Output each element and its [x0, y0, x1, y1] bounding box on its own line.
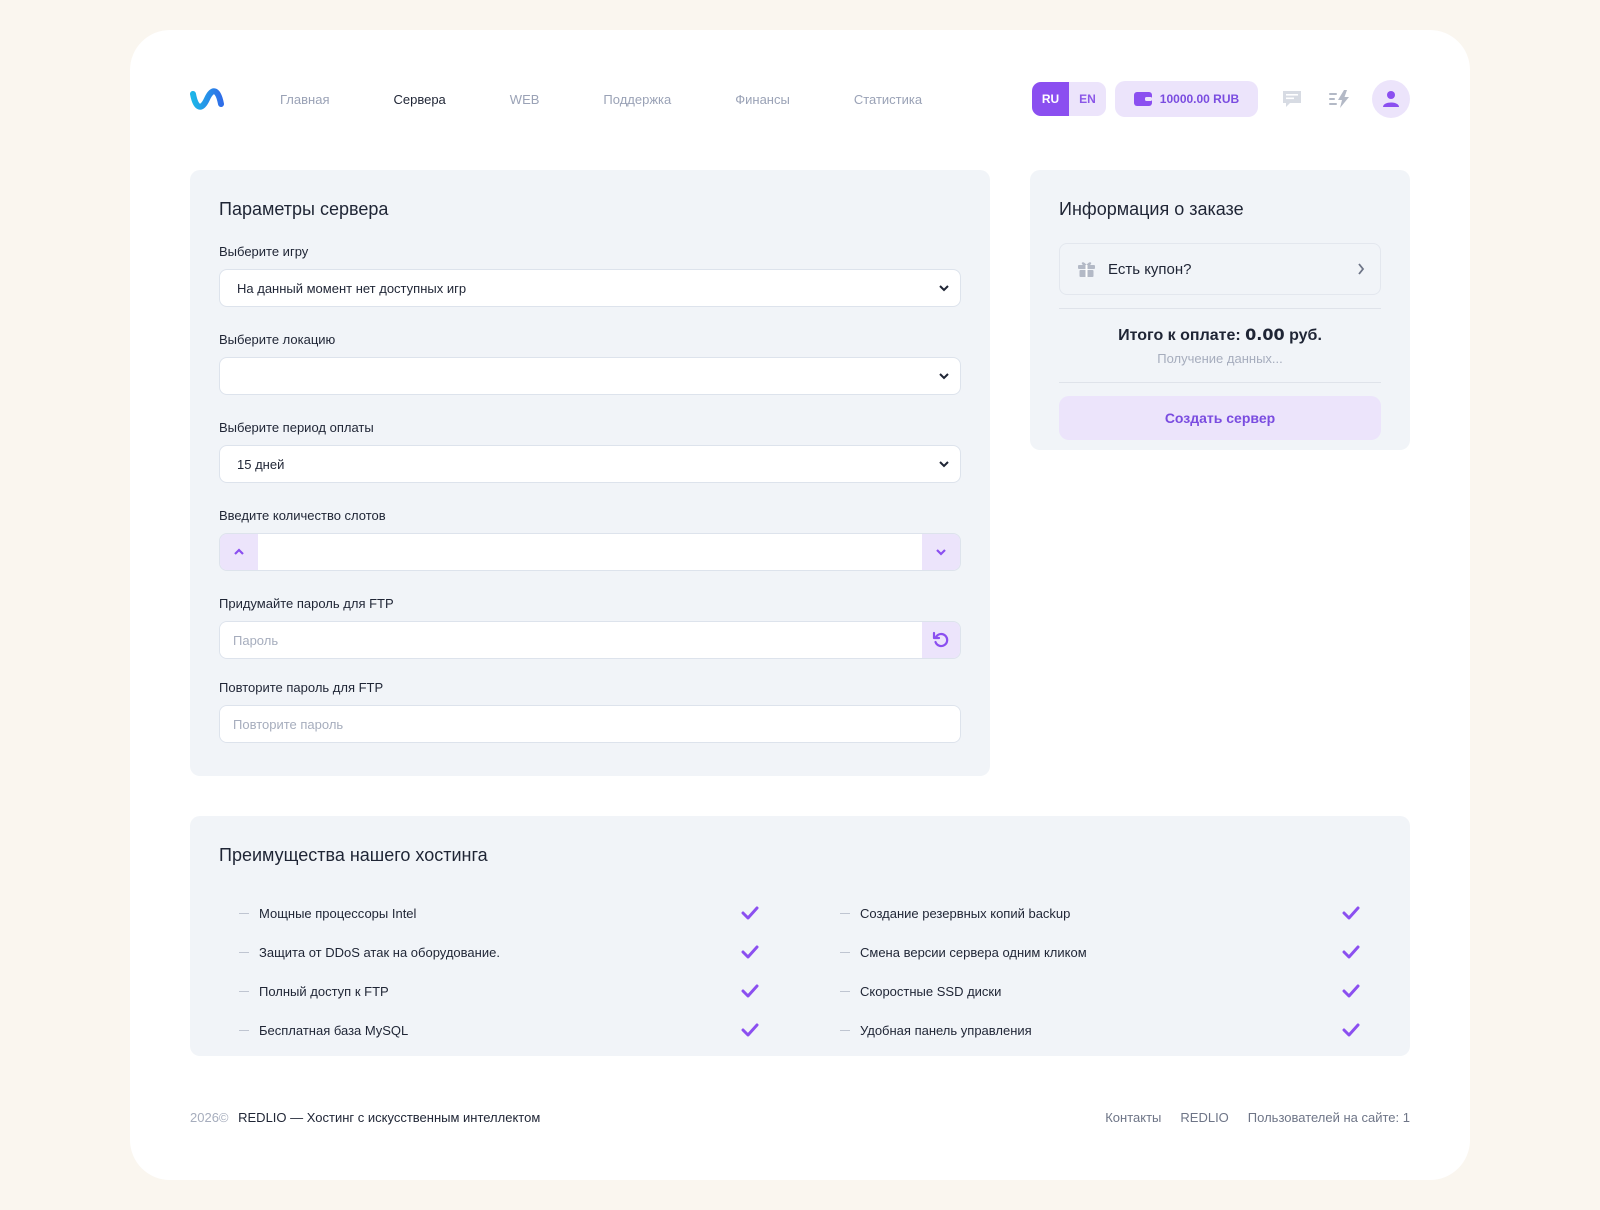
- app-shell: Главная Сервера WEB Поддержка Финансы Ст…: [130, 30, 1470, 1180]
- check-icon: [1342, 945, 1360, 959]
- advantages-title: Преимущества нашего хостинга: [219, 845, 488, 865]
- refresh-icon: [932, 631, 949, 648]
- footer-brand: REDLIO — Хостинг с искусственным интелле…: [238, 1110, 541, 1125]
- messages-button[interactable]: [1278, 85, 1306, 113]
- coupon-label: Есть купон?: [1108, 260, 1192, 278]
- check-icon: [1342, 906, 1360, 920]
- nav-finance[interactable]: Финансы: [735, 92, 790, 107]
- footer-copyright: 2026© REDLIO — Хостинг с искусственным и…: [190, 1110, 540, 1125]
- order-divider-top: [1059, 308, 1381, 309]
- lang-en-button[interactable]: EN: [1069, 82, 1106, 116]
- activity-button[interactable]: [1326, 85, 1354, 113]
- chat-icon: [1283, 91, 1301, 107]
- advantages-right-column: Создание резервных копий backup Смена ве…: [840, 894, 1360, 1050]
- advantage-item: Защита от DDoS атак на оборудование.: [239, 933, 759, 972]
- advantage-item: Мощные процессоры Intel: [239, 894, 759, 933]
- main-nav: Главная Сервера WEB Поддержка Финансы Ст…: [280, 80, 986, 118]
- ftp-password-input[interactable]: [220, 622, 922, 658]
- coupon-toggle[interactable]: Есть купон?: [1059, 243, 1381, 295]
- slots-decrement-button[interactable]: [922, 534, 960, 570]
- server-params-title: Параметры сервера: [219, 199, 389, 219]
- slots-increment-button[interactable]: [220, 534, 258, 570]
- nav-statistics[interactable]: Статистика: [854, 92, 922, 107]
- order-divider-bottom: [1059, 382, 1381, 383]
- check-icon: [741, 984, 759, 998]
- game-label: Выберите игру: [219, 244, 309, 259]
- total-label: Итого к оплате:: [1118, 327, 1241, 344]
- slots-stepper: [219, 533, 961, 571]
- advantage-item: Удобная панель управления: [840, 1011, 1360, 1050]
- period-select-value: 15 дней: [237, 456, 285, 472]
- footer-link-contacts[interactable]: Контакты: [1105, 1110, 1161, 1125]
- slots-label: Введите количество слотов: [219, 508, 386, 523]
- game-select-value: На данный момент нет доступных игр: [237, 280, 467, 296]
- advantage-item: Скоростные SSD диски: [840, 972, 1360, 1011]
- language-switch: RU EN: [1032, 82, 1106, 116]
- balance-button[interactable]: 10000.00 RUB: [1115, 81, 1258, 117]
- advantages-card: Преимущества нашего хостинга Мощные проц…: [190, 816, 1410, 1056]
- chevron-down-icon: [939, 373, 949, 380]
- create-server-button[interactable]: Создать сервер: [1059, 396, 1381, 440]
- chevron-right-icon: [1358, 263, 1365, 275]
- period-label: Выберите период оплаты: [219, 420, 374, 435]
- check-icon: [741, 906, 759, 920]
- header-tools: RU EN 10000.00 RUB: [1032, 80, 1410, 118]
- ftp-password-label: Придумайте пароль для FTP: [219, 596, 394, 611]
- order-info-card: Информация о заказе Есть купон? Итого к …: [1030, 170, 1410, 450]
- check-icon: [1342, 1023, 1360, 1037]
- advantage-item: Создание резервных копий backup: [840, 894, 1360, 933]
- advantage-item: Бесплатная база MySQL: [239, 1011, 759, 1050]
- nav-web[interactable]: WEB: [510, 92, 540, 107]
- loading-status: Получение данных...: [1157, 351, 1283, 366]
- footer-year: 2026©: [190, 1110, 229, 1125]
- user-avatar-button[interactable]: [1372, 80, 1410, 118]
- total-to-pay: Итого к оплате: 0.00 руб.: [1059, 325, 1381, 345]
- location-label: Выберите локацию: [219, 332, 336, 347]
- location-select[interactable]: [219, 357, 961, 395]
- ftp-repeat-group: [219, 705, 961, 743]
- chevron-down-icon: [939, 461, 949, 468]
- balance-amount: 10000.00 RUB: [1159, 92, 1240, 106]
- footer-link-redlio[interactable]: REDLIO: [1180, 1110, 1228, 1125]
- advantage-item: Полный доступ к FTP: [239, 972, 759, 1011]
- chevron-down-icon: [936, 549, 946, 556]
- nav-home[interactable]: Главная: [280, 92, 329, 107]
- chevron-down-icon: [939, 285, 949, 292]
- period-select[interactable]: 15 дней: [219, 445, 961, 483]
- wallet-icon: [1133, 92, 1152, 106]
- total-value: 0.00: [1245, 325, 1285, 344]
- logo-icon[interactable]: [190, 86, 224, 112]
- generate-password-button[interactable]: [922, 622, 960, 658]
- check-icon: [1342, 984, 1360, 998]
- user-icon: [1383, 91, 1399, 107]
- slots-input[interactable]: [258, 534, 922, 570]
- footer-online-users: Пользователей на сайте: 1: [1247, 1110, 1410, 1125]
- ftp-password-group: [219, 621, 961, 659]
- lightning-icon: [1329, 90, 1349, 108]
- gift-icon: [1078, 262, 1095, 277]
- check-icon: [741, 1023, 759, 1037]
- nav-servers[interactable]: Сервера: [393, 92, 445, 107]
- ftp-repeat-input[interactable]: [220, 706, 960, 742]
- advantage-item: Смена версии сервера одним кликом: [840, 933, 1360, 972]
- total-currency: руб.: [1289, 327, 1322, 344]
- game-select[interactable]: На данный момент нет доступных игр: [219, 269, 961, 307]
- advantages-left-column: Мощные процессоры Intel Защита от DDoS а…: [239, 894, 759, 1050]
- header: Главная Сервера WEB Поддержка Финансы Ст…: [190, 80, 1410, 118]
- check-icon: [741, 945, 759, 959]
- footer-links: Контакты REDLIO Пользователей на сайте: …: [1086, 1110, 1410, 1125]
- server-params-card: Параметры сервера Выберите игру На данны…: [190, 170, 990, 776]
- nav-support[interactable]: Поддержка: [603, 92, 671, 107]
- ftp-repeat-label: Повторите пароль для FTP: [219, 680, 384, 695]
- footer: 2026© REDLIO — Хостинг с искусственным и…: [190, 1110, 1410, 1130]
- lang-ru-button[interactable]: RU: [1032, 82, 1069, 116]
- order-info-title: Информация о заказе: [1059, 199, 1244, 219]
- chevron-up-icon: [234, 548, 244, 555]
